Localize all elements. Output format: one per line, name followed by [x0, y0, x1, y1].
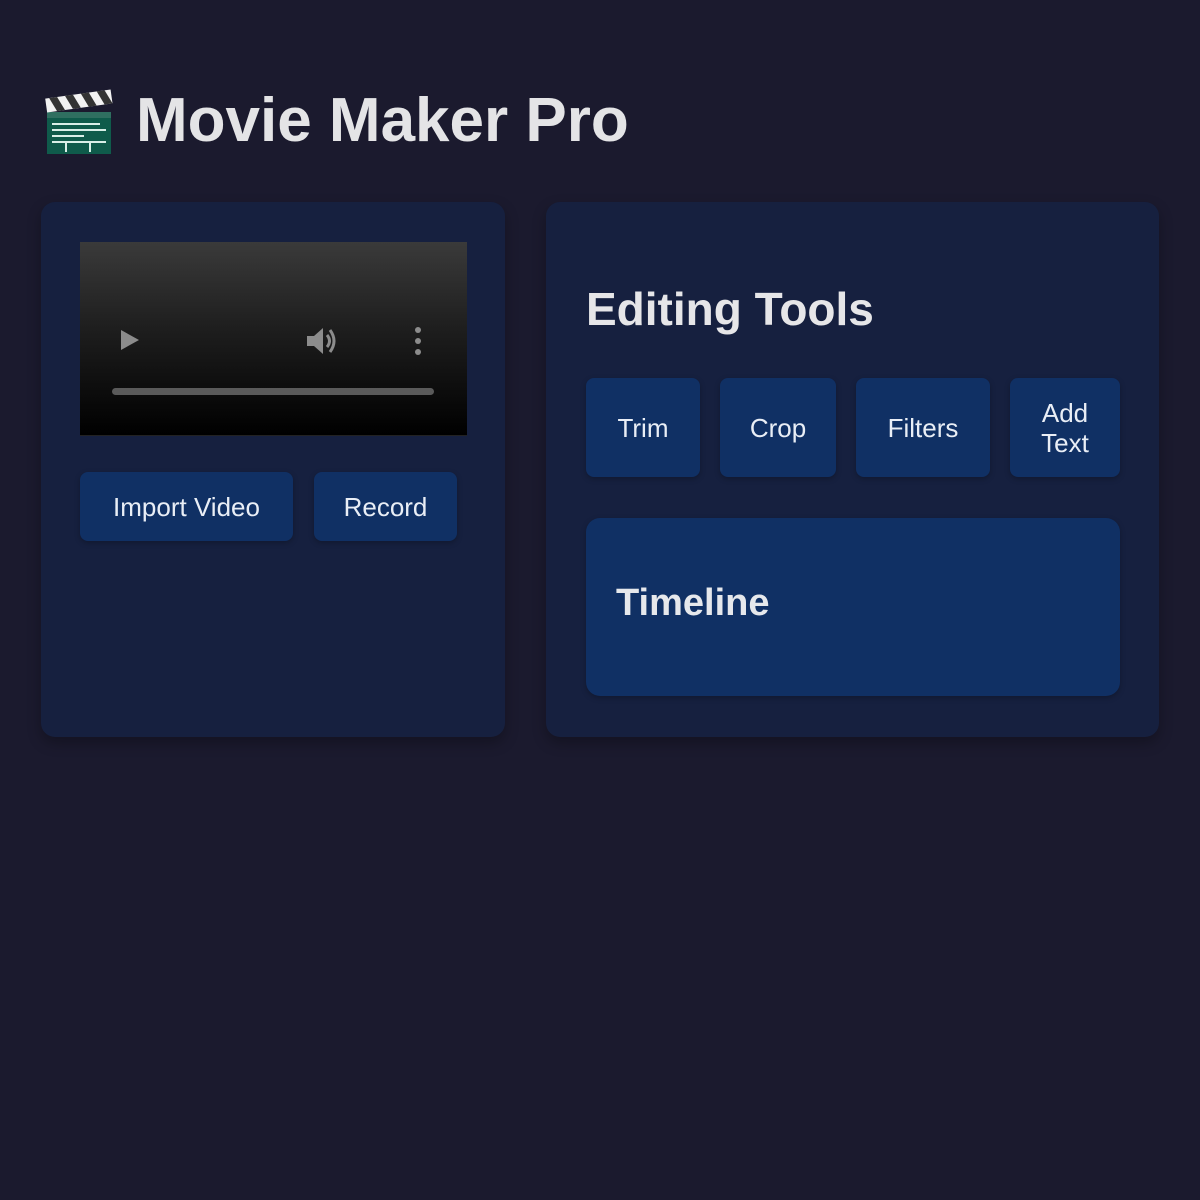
more-vertical-icon[interactable]	[412, 326, 424, 356]
video-player[interactable]	[80, 242, 467, 436]
timeline[interactable]: Timeline	[586, 518, 1120, 696]
crop-button[interactable]: Crop	[720, 378, 836, 477]
add-text-button[interactable]: Add Text	[1010, 378, 1120, 477]
editing-tools-title: Editing Tools	[586, 283, 874, 335]
import-video-button[interactable]: Import Video	[80, 472, 293, 541]
timeline-title: Timeline	[616, 582, 770, 624]
play-icon[interactable]	[120, 329, 140, 351]
record-button[interactable]: Record	[314, 472, 457, 541]
volume-icon[interactable]	[305, 324, 339, 358]
media-panel: Import Video Record	[41, 202, 505, 737]
filters-button[interactable]: Filters	[856, 378, 990, 477]
app-title: Movie Maker Pro	[136, 85, 629, 155]
app-header: Movie Maker Pro	[44, 82, 629, 158]
trim-button[interactable]: Trim	[586, 378, 700, 477]
editing-tools-panel: Editing Tools Trim Crop Filters Add Text…	[546, 202, 1159, 737]
playback-progress-bar[interactable]	[112, 388, 434, 395]
clapperboard-icon	[45, 89, 113, 154]
